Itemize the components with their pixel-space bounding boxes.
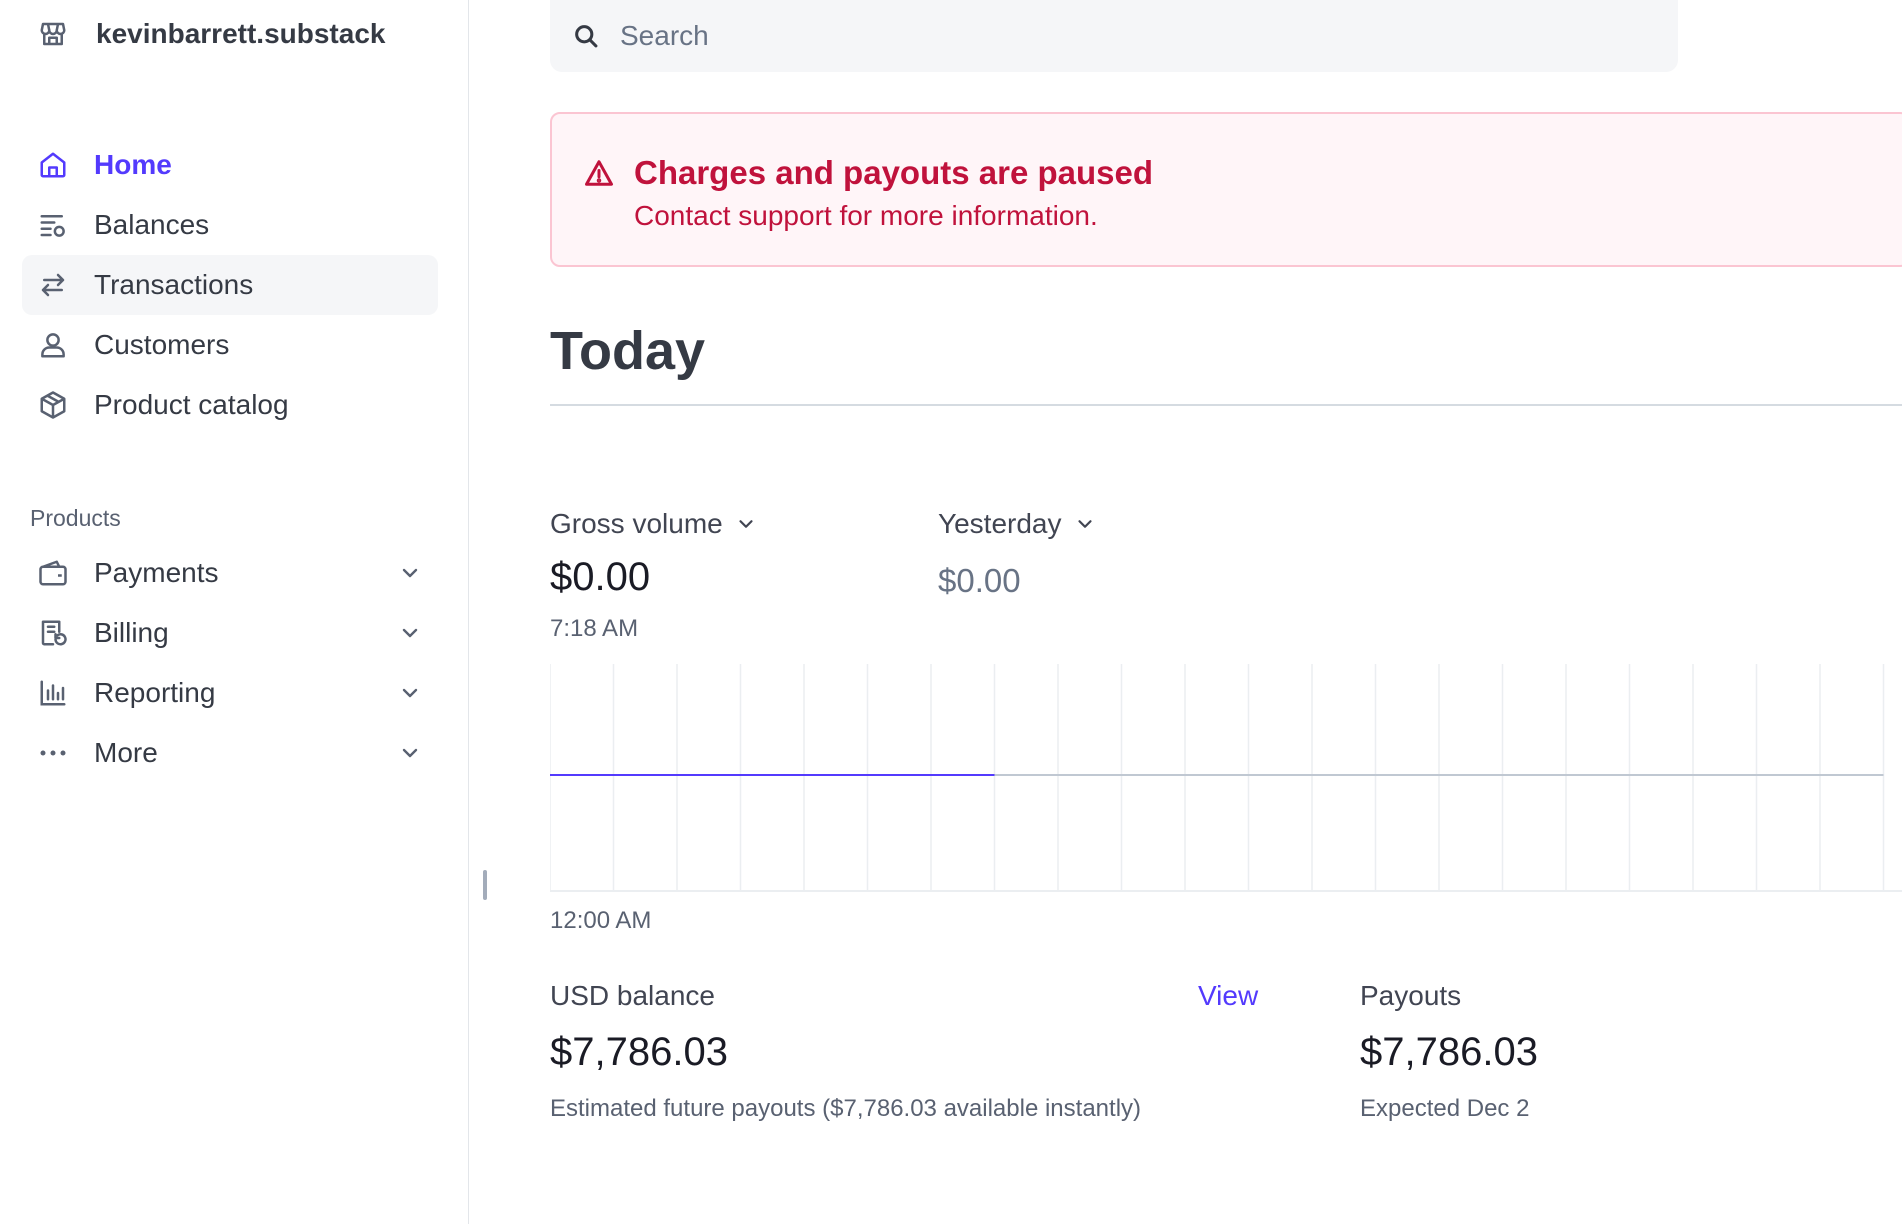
- more-icon: [36, 736, 70, 770]
- search-bar[interactable]: [550, 0, 1678, 72]
- nav-item-balances[interactable]: Balances: [22, 195, 438, 255]
- metric-value: $0.00: [550, 555, 651, 599]
- sidebar-resize-handle[interactable]: [483, 870, 487, 900]
- compare-value: $0.00: [938, 562, 1021, 599]
- view-balance-link[interactable]: View: [1198, 980, 1258, 1012]
- nav-item-label: Customers: [94, 329, 230, 360]
- nav-item-product-catalog[interactable]: Product catalog: [22, 375, 438, 435]
- account-name: kevinbarrett.substack: [96, 18, 386, 49]
- nav-item-reporting[interactable]: Reporting: [22, 663, 438, 723]
- metric-label: Gross volume: [550, 508, 723, 539]
- compare-label: Yesterday: [938, 508, 1062, 539]
- nav-item-customers[interactable]: Customers: [22, 315, 438, 375]
- box-icon: [36, 388, 70, 422]
- alert-text: Contact support for more information.: [634, 200, 1098, 231]
- nav-item-label: Balances: [94, 209, 210, 240]
- nav-item-label: Product catalog: [94, 389, 289, 420]
- products-section-title: Products: [30, 505, 121, 531]
- chart-x-start-label: 12:00 AM: [550, 907, 652, 934]
- title-divider: [550, 404, 1902, 406]
- account-switcher[interactable]: kevinbarrett.substack: [36, 17, 385, 51]
- wallet-icon: [36, 556, 70, 590]
- page-title: Today: [550, 321, 706, 381]
- compare-period-selector[interactable]: Yesterday: [938, 508, 1096, 540]
- usd-balance-subtext: Estimated future payouts ($7,786.03 avai…: [550, 1095, 1142, 1122]
- search-input[interactable]: [620, 20, 1520, 52]
- billing-icon: [36, 616, 70, 650]
- nav-item-label: Home: [94, 149, 172, 180]
- nav-item-label: Payments: [94, 557, 219, 588]
- bar-chart-icon: [36, 676, 70, 710]
- nav-item-billing[interactable]: Billing: [22, 603, 438, 663]
- sidebar: kevinbarrett.substack Home Balances Tran…: [0, 0, 469, 1224]
- chevron-down-icon: [1077, 520, 1092, 528]
- payouts-value: $7,786.03: [1360, 1030, 1538, 1074]
- chevron-down-icon: [402, 628, 418, 638]
- nav-item-transactions[interactable]: Transactions: [22, 255, 438, 315]
- payouts-subtext: Expected Dec 2: [1360, 1095, 1530, 1122]
- alert-banner: Charges and payouts are paused Contact s…: [550, 112, 1902, 267]
- usd-balance-label: USD balance: [550, 980, 715, 1011]
- nav-item-payments[interactable]: Payments: [22, 543, 438, 603]
- main-nav: Home Balances Transactions Customers Pro…: [22, 135, 438, 435]
- warning-icon: [585, 160, 613, 186]
- payouts-label: Payouts: [1360, 980, 1462, 1011]
- nav-item-label: Billing: [94, 617, 169, 648]
- nav-item-label: Transactions: [94, 269, 254, 300]
- search-icon: [570, 20, 602, 52]
- balances-icon: [36, 208, 70, 242]
- nav-item-more[interactable]: More: [22, 723, 438, 783]
- alert-title: Charges and payouts are paused: [634, 154, 1153, 191]
- products-nav: Payments Billing Reporting More: [22, 543, 438, 783]
- usd-balance-value: $7,786.03: [550, 1030, 728, 1074]
- home-icon: [36, 148, 70, 182]
- chevron-down-icon: [739, 520, 753, 528]
- chevron-down-icon: [402, 688, 418, 698]
- customer-icon: [36, 328, 70, 362]
- gross-volume-chart[interactable]: [550, 664, 1902, 892]
- chevron-down-icon: [402, 568, 418, 578]
- storefront-icon: [36, 17, 70, 51]
- nav-item-label: Reporting: [94, 677, 216, 708]
- nav-item-home[interactable]: Home: [22, 135, 438, 195]
- nav-item-label: More: [94, 737, 158, 768]
- metric-selector[interactable]: Gross volume: [550, 508, 757, 540]
- current-time: 7:18 AM: [550, 615, 639, 642]
- chevron-down-icon: [402, 748, 418, 758]
- transactions-icon: [36, 268, 70, 302]
